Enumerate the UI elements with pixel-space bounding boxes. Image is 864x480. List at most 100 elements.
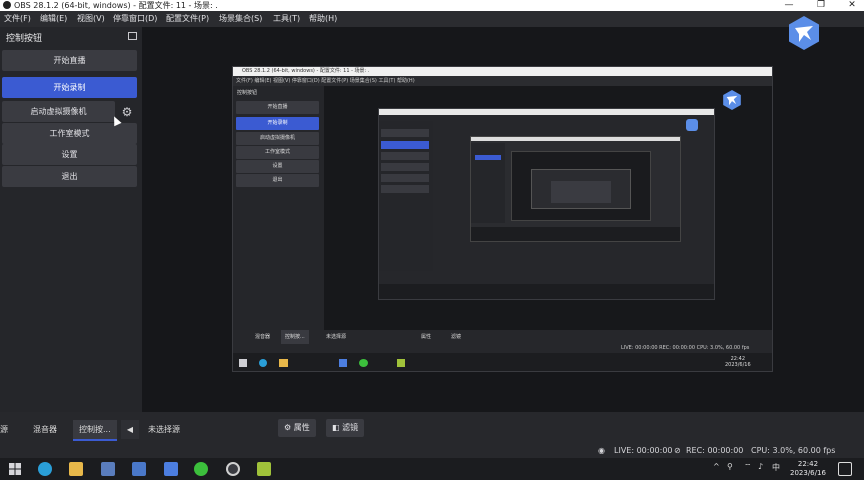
remote-tool-icon[interactable] xyxy=(101,462,115,476)
close-button[interactable]: ✕ xyxy=(842,0,862,10)
maximize-button[interactable]: ❐ xyxy=(811,0,831,10)
menu-profile[interactable]: 配置文件(P) xyxy=(166,11,209,27)
tray-volume-icon[interactable]: ♪ xyxy=(758,462,763,471)
nested-tab-controls: 控制按... xyxy=(281,330,309,344)
nested-exit: 退出 xyxy=(236,174,319,187)
tab-audio-mixer[interactable]: 混音器 xyxy=(33,420,57,439)
minimize-button[interactable]: — xyxy=(779,0,799,10)
nested-level-2-taskbar xyxy=(379,284,714,299)
nested-title-bar: OBS 28.1.2 (64-bit, windows) - 配置文件: 11 … xyxy=(233,67,772,76)
nested-studio-mode: 工作室模式 xyxy=(236,146,319,159)
live-timer: LIVE: 00:00:00 xyxy=(614,446,673,455)
nested-clock: 22:42 2023/6/16 xyxy=(725,356,751,368)
nested-wechat-icon xyxy=(359,359,368,367)
nested-start-recording: 开始录制 xyxy=(236,117,319,130)
nested-android-icon xyxy=(397,359,405,367)
filters-label: 滤镜 xyxy=(342,423,359,432)
menu-docks[interactable]: 停靠窗口(D) xyxy=(113,11,157,27)
notification-icon[interactable] xyxy=(838,462,852,476)
nested-level-2-title xyxy=(379,109,714,115)
nested-controls-dock: 控制按钮 开始直播 开始录制 启动虚拟摄像机 工作室模式 设置 退出 xyxy=(233,86,324,330)
undock-icon[interactable] xyxy=(128,32,137,40)
bottom-dock-bar: 源 混音器 控制按... ◀ 未选择源 ⚙ 属性 ◧ 滤镜 xyxy=(0,412,864,444)
obs-icon xyxy=(3,1,11,9)
properties-label: 属性 xyxy=(293,423,310,432)
studio-mode-button[interactable]: 工作室模式 xyxy=(2,123,137,144)
menu-help[interactable]: 帮助(H) xyxy=(309,11,337,27)
rec-timer: REC: 00:00:00 xyxy=(686,446,744,455)
file-explorer-icon[interactable] xyxy=(69,462,83,476)
tray-chevron-icon[interactable]: ^ xyxy=(713,462,720,471)
obs-taskbar-icon[interactable] xyxy=(226,462,240,476)
windows-taskbar: ^ ⚲ ⌔ ♪ 中 22:42 2023/6/16 xyxy=(0,458,864,480)
n2-logo-icon xyxy=(686,119,698,131)
nested-menu-bar: 文件(F) 编辑(E) 视图(V) 停靠窗口(D) 配置文件(P) 场景集合(S… xyxy=(233,76,772,86)
gear-icon[interactable]: ⚙ xyxy=(120,105,134,119)
start-recording-button[interactable]: 开始录制 xyxy=(2,77,137,98)
nested-edge-icon xyxy=(259,359,267,367)
n2-btn-6 xyxy=(381,185,429,193)
edge-icon[interactable] xyxy=(38,462,52,476)
tray-network-icon[interactable]: ⚲ xyxy=(727,462,733,471)
tab-scroll-left[interactable]: ◀ xyxy=(121,420,139,439)
controls-dock-header: 控制按钮 xyxy=(0,27,142,47)
nested-level-3 xyxy=(470,136,681,242)
menu-file[interactable]: 文件(F) xyxy=(4,11,31,27)
obs-studio-taskbar-icon[interactable] xyxy=(164,462,178,476)
nested-settings: 设置 xyxy=(236,160,319,173)
menu-tools[interactable]: 工具(T) xyxy=(273,11,300,27)
start-streaming-button[interactable]: 开始直播 xyxy=(2,50,137,71)
filters-button[interactable]: ◧ 滤镜 xyxy=(326,419,365,437)
filters-icon: ◧ xyxy=(332,423,340,432)
nested-filters: 滤镜 xyxy=(451,334,462,340)
tab-sources-partial[interactable]: 源 xyxy=(0,420,8,439)
app-icon[interactable] xyxy=(132,462,146,476)
menu-scene-collection[interactable]: 场景集合(S) xyxy=(219,11,262,27)
live-signal-icon: ◉ xyxy=(598,446,605,455)
menu-bar: 文件(F) 编辑(E) 视图(V) 停靠窗口(D) 配置文件(P) 场景集合(S… xyxy=(0,11,864,27)
nested-explorer-icon xyxy=(279,359,288,367)
tray-wifi-icon[interactable]: ⌔ xyxy=(744,462,752,472)
nested-start-streaming: 开始直播 xyxy=(236,101,319,114)
properties-button[interactable]: ⚙ 属性 xyxy=(278,419,316,437)
nested-start-icon xyxy=(239,359,247,367)
menu-view[interactable]: 视图(V) xyxy=(77,11,105,27)
start-virtual-camera-button[interactable]: 启动虚拟摄像机 xyxy=(2,101,115,122)
controls-dock: 控制按钮 开始直播 开始录制 启动虚拟摄像机 ⚙ 工作室模式 设置 退出 xyxy=(0,27,143,412)
status-bar: ◉ LIVE: 00:00:00 ⊘ REC: 00:00:00 CPU: 3.… xyxy=(0,443,864,458)
nested-obs-logo-icon xyxy=(723,90,741,110)
nested-tab-mixer: 混音器 xyxy=(255,334,271,340)
exit-button[interactable]: 退出 xyxy=(2,166,137,187)
nested-status: LIVE: 00:00:00 REC: 00:00:00 CPU: 3.0%, … xyxy=(621,345,750,351)
n2-btn-2 xyxy=(381,141,429,149)
windows-start-icon[interactable] xyxy=(8,462,22,476)
rec-icon: ⊘ xyxy=(674,446,681,455)
nested-taskbar: 22:42 2023/6/16 xyxy=(233,353,772,371)
no-source-selected-label: 未选择源 xyxy=(148,425,180,434)
android-icon[interactable] xyxy=(257,462,271,476)
controls-dock-title: 控制按钮 xyxy=(6,34,43,44)
n2-btn-5 xyxy=(381,174,429,182)
nested-virtual-camera: 启动虚拟摄像机 xyxy=(236,132,319,145)
n2-btn-4 xyxy=(381,163,429,171)
nested-dock-title: 控制按钮 xyxy=(237,90,258,96)
menu-edit[interactable]: 编辑(E) xyxy=(40,11,67,27)
tab-controls[interactable]: 控制按... xyxy=(73,420,117,441)
input-language[interactable]: 中 xyxy=(772,462,780,473)
nested-preview-canvas xyxy=(324,86,772,330)
taskbar-clock[interactable]: 22:42 2023/6/16 xyxy=(790,460,826,478)
nested-preview: OBS 28.1.2 (64-bit, windows) - 配置文件: 11 … xyxy=(232,66,773,372)
nested-properties: 属性 xyxy=(421,334,432,340)
nested-obs-icon xyxy=(339,359,347,367)
title-bar: OBS 28.1.2 (64-bit, windows) - 配置文件: 11 … xyxy=(0,0,864,11)
settings-button[interactable]: 设置 xyxy=(2,144,137,165)
nested-level-2 xyxy=(378,108,715,300)
n2-btn-3 xyxy=(381,152,429,160)
wechat-icon[interactable] xyxy=(194,462,208,476)
clock-time: 22:42 xyxy=(797,460,819,468)
n2-btn-1 xyxy=(381,129,429,137)
nested-level-2-dock xyxy=(379,121,433,271)
gear-icon: ⚙ xyxy=(284,423,292,432)
cpu-fps-readout: CPU: 3.0%, 60.00 fps xyxy=(751,446,836,455)
nested-no-source: 未选择源 xyxy=(326,334,347,340)
